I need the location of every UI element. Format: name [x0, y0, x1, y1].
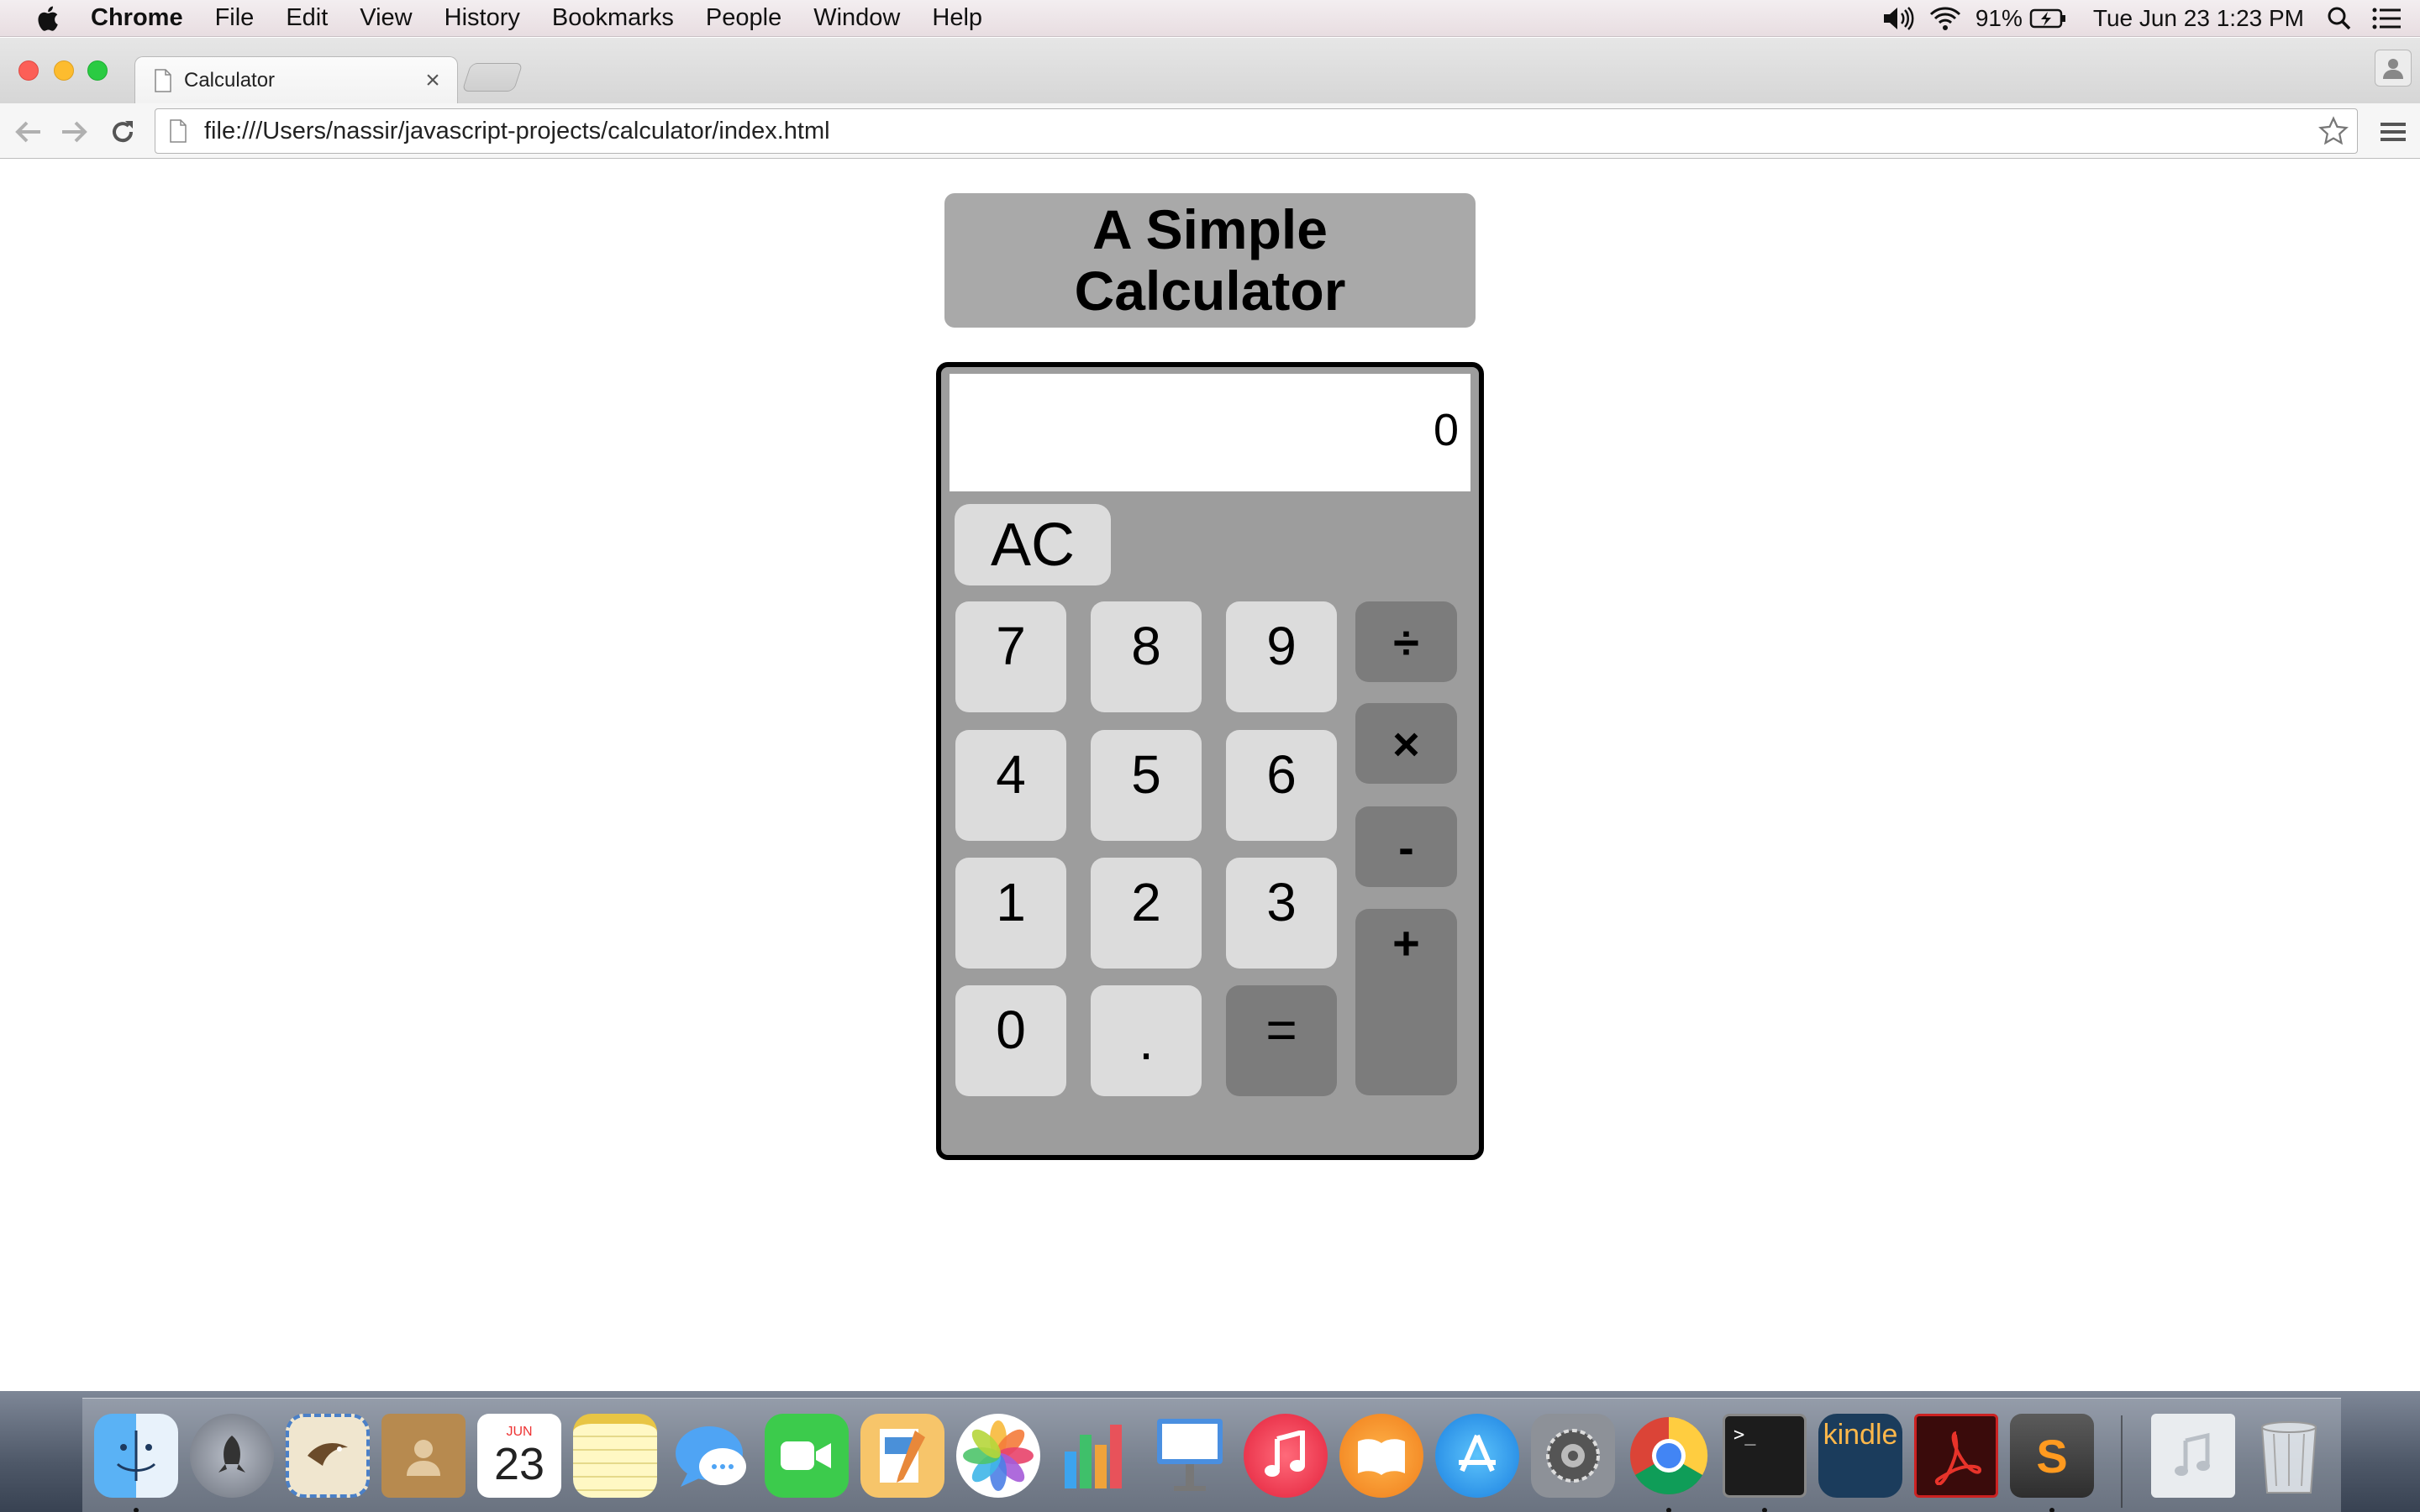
page-title-box: A Simple Calculator — [944, 193, 1476, 328]
divide-button[interactable]: ÷ — [1355, 601, 1457, 682]
itunes-icon[interactable] — [1244, 1414, 1328, 1498]
spotlight-search-icon[interactable] — [2323, 2, 2356, 35]
reload-icon[interactable] — [106, 115, 139, 149]
menu-app-name[interactable]: Chrome — [91, 4, 183, 32]
bookmark-star-icon[interactable] — [2315, 113, 2352, 150]
address-bar[interactable]: file:///Users/nassir/javascript-projects… — [155, 108, 2358, 154]
facetime-icon[interactable] — [765, 1414, 849, 1498]
menu-window[interactable]: Window — [813, 4, 900, 32]
four-button[interactable]: 4 — [955, 730, 1066, 841]
eight-button[interactable]: 8 — [1091, 601, 1202, 712]
profile-icon[interactable] — [2375, 50, 2412, 87]
chrome-menu-icon[interactable] — [2376, 115, 2410, 149]
window-close-button[interactable] — [18, 60, 39, 81]
multiply-button[interactable]: × — [1355, 703, 1457, 784]
equals-button[interactable]: = — [1226, 985, 1337, 1096]
two-button[interactable]: 2 — [1091, 858, 1202, 969]
contacts-icon[interactable] — [381, 1414, 466, 1498]
six-button[interactable]: 6 — [1226, 730, 1337, 841]
kindle-icon[interactable]: kindle — [1818, 1414, 1902, 1498]
apple-menu-icon[interactable] — [32, 3, 62, 34]
dock-separator — [2121, 1415, 2123, 1508]
forward-arrow-icon[interactable] — [57, 115, 91, 149]
page-title: A Simple Calculator — [1074, 198, 1346, 322]
url-text[interactable]: file:///Users/nassir/javascript-projects… — [204, 118, 2315, 145]
tab-title: Calculator — [184, 68, 276, 92]
notification-center-icon[interactable] — [2370, 2, 2403, 35]
menu-history[interactable]: History — [445, 4, 520, 32]
browser-tab-strip: Calculator × — [0, 38, 2420, 103]
add-button[interactable]: + — [1355, 909, 1457, 1095]
messages-icon[interactable] — [669, 1414, 753, 1498]
mail-icon[interactable] — [286, 1414, 370, 1498]
menubar-clock[interactable]: Tue Jun 23 1:23 PM — [2093, 5, 2304, 32]
kindle-label: kindle — [1823, 1419, 1898, 1451]
browser-tab-calculator[interactable]: Calculator × — [134, 56, 458, 103]
menu-edit[interactable]: Edit — [286, 4, 328, 32]
system-preferences-icon[interactable] — [1531, 1414, 1615, 1498]
calendar-day: 23 — [493, 1439, 545, 1489]
desktop-background: JUN 23 >_ kindle S — [0, 1391, 2420, 1512]
sublime-logo: S — [2036, 1429, 2068, 1483]
ibooks-icon[interactable] — [1339, 1414, 1423, 1498]
music-folder-icon[interactable] — [2151, 1414, 2235, 1498]
finder-icon[interactable] — [94, 1414, 178, 1498]
volume-icon[interactable] — [1881, 2, 1915, 35]
google-chrome-icon[interactable] — [1627, 1414, 1711, 1498]
browser-toolbar: file:///Users/nassir/javascript-projects… — [0, 103, 2420, 159]
battery-charging-icon[interactable] — [2029, 2, 2068, 35]
sublime-text-icon[interactable]: S — [2010, 1414, 2094, 1498]
chrome-running-indicator — [1666, 1508, 1671, 1512]
calculator: 0 AC 7 8 9 ÷ 4 5 6 × 1 2 3 - 0 . = + — [936, 362, 1484, 1160]
keynote-icon[interactable] — [1148, 1414, 1232, 1498]
page-info-icon[interactable] — [169, 119, 187, 143]
window-minimize-button[interactable] — [54, 60, 74, 81]
menu-help[interactable]: Help — [932, 4, 982, 32]
new-tab-button[interactable] — [461, 63, 523, 92]
finder-running-indicator — [134, 1508, 139, 1512]
numbers-icon[interactable] — [1052, 1414, 1136, 1498]
pages-icon[interactable] — [860, 1414, 944, 1498]
adobe-acrobat-icon[interactable] — [1914, 1414, 1998, 1498]
tab-close-icon[interactable]: × — [420, 66, 445, 94]
calculator-display: 0 — [950, 374, 1470, 491]
notes-icon[interactable] — [573, 1414, 657, 1498]
calendar-month: JUN — [506, 1425, 533, 1439]
nine-button[interactable]: 9 — [1226, 601, 1337, 712]
decimal-button[interactable]: . — [1091, 985, 1202, 1096]
three-button[interactable]: 3 — [1226, 858, 1337, 969]
calendar-icon[interactable]: JUN 23 — [477, 1414, 561, 1498]
menu-bar: Chrome File Edit View History Bookmarks … — [0, 0, 2420, 37]
menu-bookmarks[interactable]: Bookmarks — [552, 4, 674, 32]
wifi-icon[interactable] — [1928, 2, 1962, 35]
battery-percentage: 91% — [1975, 5, 2023, 31]
dock: JUN 23 >_ kindle S — [82, 1398, 2341, 1512]
menu-people[interactable]: People — [706, 4, 781, 32]
sublime-running-indicator — [2049, 1508, 2054, 1512]
back-arrow-icon[interactable] — [12, 115, 45, 149]
terminal-prompt: >_ — [1733, 1425, 1756, 1446]
page-content: A Simple Calculator 0 AC 7 8 9 ÷ 4 5 6 ×… — [0, 160, 2420, 1391]
trash-icon[interactable] — [2247, 1414, 2331, 1498]
photos-icon[interactable] — [956, 1414, 1040, 1498]
clear-button[interactable]: AC — [955, 504, 1111, 585]
terminal-icon[interactable]: >_ — [1723, 1414, 1807, 1498]
launchpad-icon[interactable] — [190, 1414, 274, 1498]
menu-file[interactable]: File — [215, 4, 255, 32]
window-zoom-button[interactable] — [87, 60, 108, 81]
five-button[interactable]: 5 — [1091, 730, 1202, 841]
terminal-running-indicator — [1762, 1508, 1767, 1512]
subtract-button[interactable]: - — [1355, 806, 1457, 887]
document-icon — [155, 68, 171, 92]
seven-button[interactable]: 7 — [955, 601, 1066, 712]
menu-view[interactable]: View — [360, 4, 412, 32]
app-store-icon[interactable] — [1435, 1414, 1519, 1498]
zero-button[interactable]: 0 — [955, 985, 1066, 1096]
one-button[interactable]: 1 — [955, 858, 1066, 969]
